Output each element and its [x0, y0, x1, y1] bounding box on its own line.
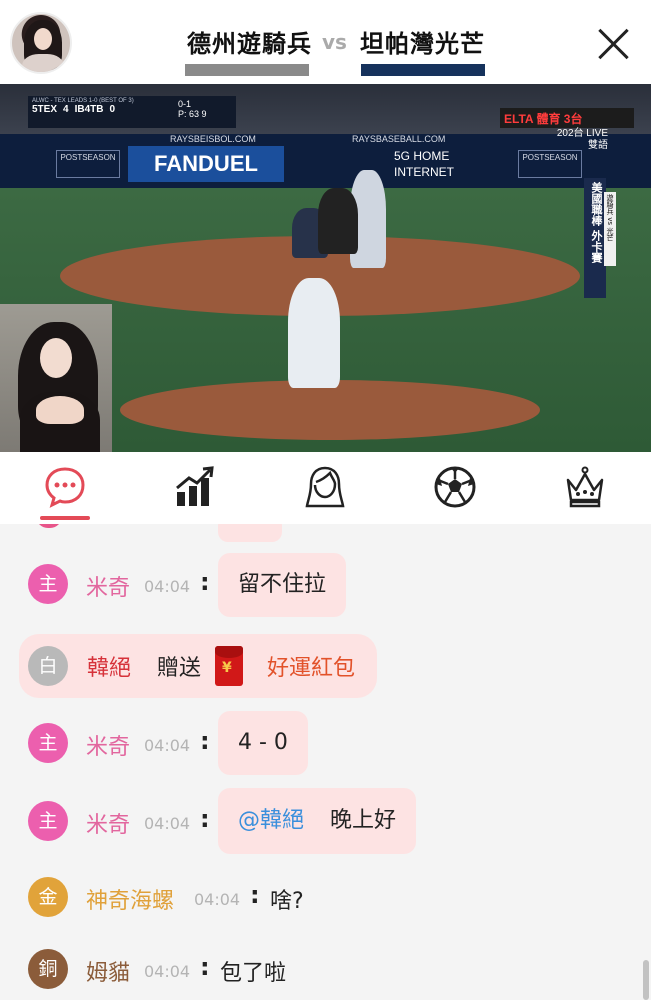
message-bubble: 留不住拉 [218, 553, 347, 617]
fanduel-ad: FANDUEL [128, 146, 284, 182]
timestamp: 04:04 [194, 890, 241, 909]
home-team-bar [185, 64, 309, 76]
separator-colon: : [200, 727, 210, 755]
channel-logo: ELTA 體育 3台 [500, 108, 634, 128]
tab-stats[interactable] [172, 464, 218, 510]
home-score: 0 [109, 104, 116, 115]
message-bubble: 4 - 0 [218, 711, 308, 775]
tab-ranking[interactable] [562, 464, 608, 510]
scoreboard-overlay: ALWC - TEX LEADS 1-0 (BEST OF 3) 5TEX 4 … [28, 96, 172, 128]
pitcher-pitches: P: 63 [178, 109, 200, 119]
outs: 9 [201, 109, 207, 119]
postseason-ad-left: POSTSEASON [56, 150, 120, 178]
female-avatar-icon [305, 466, 345, 508]
message-text: 晚上好 [330, 808, 397, 833]
message-text: 啥? [270, 889, 304, 914]
message-text: 包了啦 [220, 961, 287, 986]
away-team-bar [361, 64, 485, 76]
username[interactable]: 米奇 [86, 570, 130, 602]
home-abbr: IB4TB [74, 104, 104, 115]
gift-notification[interactable]: 白 韓絕 贈送 好運紅包 [19, 634, 377, 698]
vs-label: vs [322, 30, 347, 54]
ad-url-left: RAYSBEISBOL.COM [170, 134, 256, 144]
username[interactable]: 神奇海螺 [86, 883, 174, 915]
gift-verb: 贈送 [157, 656, 202, 681]
ad-url-right: RAYSBASEBALL.COM [352, 134, 446, 144]
separator-colon: : [200, 568, 210, 596]
audio-label: 雙語 [588, 140, 608, 151]
close-icon[interactable] [596, 26, 632, 62]
username[interactable]: 米奇 [86, 729, 130, 761]
copper-badge: 銅 [28, 949, 68, 989]
pitch-count: 0-1 [178, 99, 192, 109]
away-score: 4 [63, 104, 69, 115]
chat-feed[interactable]: 主 米奇 04:04 : 留不住拉 白 韓絕 贈送 好運紅包 主 米奇 04:0… [0, 524, 651, 1000]
separator-colon: : [200, 805, 210, 833]
separator-colon: : [250, 881, 260, 909]
live-label: 202台 LIVE [556, 128, 608, 139]
active-tab-indicator [40, 516, 90, 520]
count-overlay: 0-1 P: 63 9 [172, 96, 236, 128]
home-team-name: 德州遊騎兵 [187, 30, 312, 58]
chat-message[interactable]: 主 米奇 04:04 : [28, 723, 368, 763]
chat-bubble-icon [45, 467, 85, 508]
room-tab-bar [0, 452, 651, 524]
host-badge: 主 [28, 801, 68, 841]
message-bubble: @韓絕 晚上好 [218, 788, 417, 854]
gold-badge: 金 [28, 877, 68, 917]
tmobile-ad-line1: 5G HOME [394, 149, 450, 163]
gift-sender[interactable]: 韓絕 [87, 650, 131, 682]
event-tag: 美國職棒 外卡賽 [584, 178, 606, 298]
timestamp: 04:04 [144, 577, 191, 596]
pitcher-figure [288, 278, 340, 388]
match-header: 德州遊騎兵 vs 坦帕灣光芒 [0, 0, 651, 84]
tmobile-ad-line2: INTERNET [394, 165, 454, 179]
host-badge: 主 [28, 564, 68, 604]
chat-message[interactable]: 金 神奇海螺 04:04 : 啥? [28, 877, 368, 917]
red-envelope-icon [215, 646, 243, 686]
crown-icon [566, 466, 604, 508]
white-badge: 白 [28, 646, 68, 686]
timestamp: 04:04 [144, 814, 191, 833]
mention-link[interactable]: @韓絕 [238, 808, 304, 833]
tmobile-ad: 5G HOME INTERNET [386, 144, 514, 182]
streamer-camera[interactable] [0, 304, 112, 452]
away-abbr: 5TEX [32, 104, 58, 115]
username[interactable]: 米奇 [86, 807, 130, 839]
host-avatar[interactable] [10, 12, 72, 74]
partial-badge [36, 524, 62, 528]
postseason-ad-right: POSTSEASON [518, 150, 582, 178]
timestamp: 04:04 [144, 962, 191, 981]
tab-anchor[interactable] [302, 464, 348, 510]
matchup-tag: 遊騎兵 vs 光芒 [604, 192, 616, 266]
umpire-figure [318, 188, 358, 254]
gift-item-name: 好運紅包 [267, 656, 356, 681]
tab-chat[interactable] [42, 464, 88, 510]
host-badge: 主 [28, 723, 68, 763]
username[interactable]: 姆貓 [86, 955, 130, 987]
bar-chart-icon [176, 466, 214, 506]
soccer-ball-icon [434, 466, 476, 508]
timestamp: 04:04 [144, 736, 191, 755]
pitchers-mound [120, 380, 540, 440]
away-team-name: 坦帕灣光芒 [360, 30, 485, 58]
partial-bubble [218, 524, 282, 542]
chat-message[interactable]: 銅 姆貓 04:04 : 包了啦 [28, 949, 368, 989]
separator-colon: : [200, 953, 210, 981]
live-video-player[interactable]: RAYSBEISBOL.COM RAYSBASEBALL.COM POSTSEA… [0, 84, 651, 452]
chat-scrollbar[interactable] [643, 960, 649, 1000]
tab-sports[interactable] [432, 464, 478, 510]
live-indicator: 202台 LIVE 雙語 [548, 128, 608, 152]
